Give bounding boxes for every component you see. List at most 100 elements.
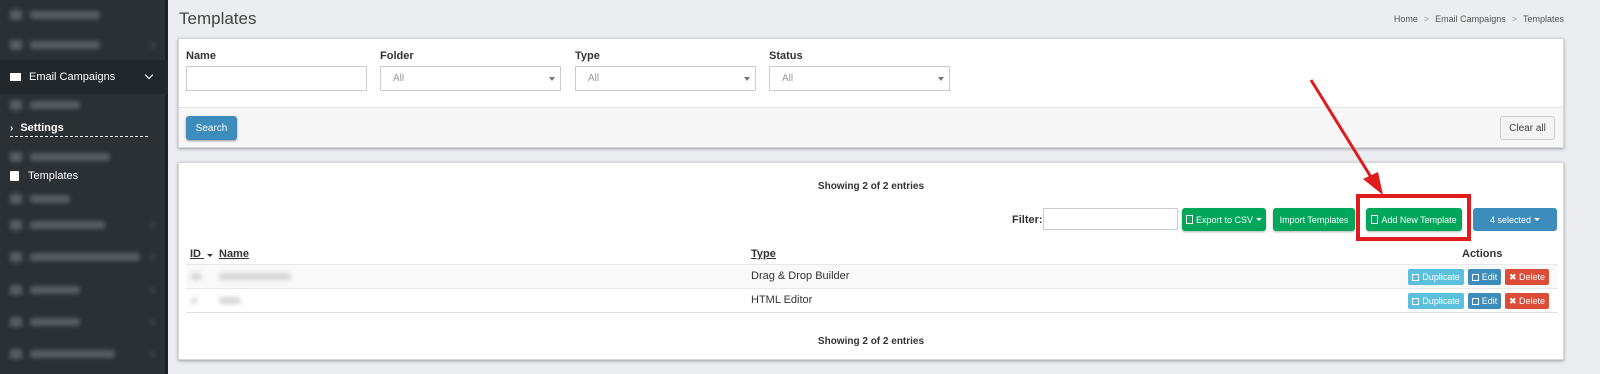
status-select-value: All [782,73,794,84]
import-templates-button[interactable]: Import Templates [1273,208,1355,231]
sidebar-item-label: Settings [20,122,64,134]
page-icon [10,171,19,181]
column-header-name[interactable]: Name [219,248,249,260]
duplicate-label: Duplicate [1422,296,1460,306]
sidebar-item-label: Email Campaigns [29,71,116,83]
menu-icon [10,317,22,327]
caret-down-icon [938,77,944,81]
menu-icon [10,152,22,162]
table-divider [186,312,1558,320]
column-header-id[interactable]: ID [190,248,214,260]
menu-icon [10,10,22,20]
edit-icon [1471,297,1479,305]
sidebar-item-templates[interactable]: Templates [10,170,78,182]
caret-down-icon [744,77,750,81]
duplicate-button[interactable]: Duplicate [1408,269,1464,285]
sidebar-item-blurred[interactable] [0,142,168,172]
sidebar-item-label: Templates [28,170,79,182]
copy-icon [1412,273,1420,281]
edit-button[interactable]: Edit [1468,293,1501,309]
clear-all-button[interactable]: Clear all [1500,116,1555,140]
sidebar-item-blurred[interactable] [0,0,168,30]
edit-label: Edit [1481,296,1498,306]
page-title: Templates [179,9,257,28]
folder-select[interactable]: All [380,66,561,91]
filter-input[interactable] [1043,208,1178,230]
edit-icon [1471,273,1479,281]
menu-icon [10,252,22,262]
sidebar-item-blurred[interactable] [0,242,168,272]
id-cell [191,297,197,304]
folder-label: Folder [380,50,414,62]
menu-icon [10,194,22,204]
table-row: Drag & Drop Builder Duplicate Edit ✖ Del… [186,264,1558,288]
envelope-icon [10,73,21,81]
breadcrumb-home[interactable]: Home [1394,14,1418,24]
menu-icon [10,100,22,110]
filter-panel: Name Folder All Type All Status All Sear… [178,38,1564,148]
name-input[interactable] [186,66,367,91]
sidebar-item-blurred[interactable] [0,307,168,337]
annotation-highlight-box [1356,194,1471,241]
filter-label: Filter: [1012,214,1043,226]
id-cell [191,273,201,280]
chevron-down-icon [144,70,154,80]
type-cell: Drag & Drop Builder [751,270,850,282]
duplicate-button[interactable]: Duplicate [1408,293,1464,309]
templates-table-panel: Showing 2 of 2 entries Filter: Export to… [178,162,1564,360]
name-label: Name [186,50,216,62]
breadcrumb-separator: > [1511,14,1517,24]
type-cell: HTML Editor [751,294,813,306]
type-select-value: All [588,73,600,84]
delete-label: Delete [1519,296,1546,306]
menu-icon [10,220,22,230]
csv-file-icon [1185,215,1193,224]
delete-button[interactable]: ✖ Delete [1505,269,1549,285]
export-csv-button[interactable]: Export to CSV [1182,208,1266,231]
chevron-right-icon: › [10,122,14,134]
duplicate-label: Duplicate [1422,272,1460,282]
filter-footer [179,107,1563,147]
name-cell[interactable] [219,297,241,304]
breadcrumb-templates: Templates [1522,14,1564,24]
menu-icon [10,349,22,359]
export-csv-label: Export to CSV [1195,214,1254,225]
type-label: Type [575,50,600,62]
breadcrumb: Home > Email Campaigns > Templates [1394,14,1564,24]
delete-button[interactable]: ✖ Delete [1505,293,1549,309]
sidebar-item-blurred[interactable] [0,275,168,305]
breadcrumb-email-campaigns[interactable]: Email Campaigns [1435,14,1506,24]
caret-down-icon [1534,218,1541,221]
sort-desc-icon [207,254,214,257]
menu-icon [10,40,22,50]
status-label: Status [769,50,803,62]
caret-down-icon [549,77,555,81]
edit-button[interactable]: Edit [1468,269,1501,285]
folder-select-value: All [393,73,405,84]
sidebar-item-blurred[interactable] [0,30,168,60]
selected-columns-button[interactable]: 4 selected [1473,208,1557,231]
sidebar-item-blurred[interactable] [0,339,168,369]
sidebar-item-blurred[interactable] [0,90,168,120]
column-header-label: ID [190,248,201,260]
sidebar: Email Campaigns › Settings Templates [0,0,168,374]
entries-count-bottom: Showing 2 of 2 entries [817,336,925,347]
close-icon: ✖ [1508,271,1520,282]
close-icon: ✖ [1508,295,1520,306]
sidebar-item-email-campaigns[interactable]: Email Campaigns [0,60,168,94]
search-button[interactable]: Search [186,116,237,140]
menu-icon [10,285,22,295]
copy-icon [1412,297,1420,305]
breadcrumb-separator: > [1423,14,1430,24]
column-header-actions: Actions [1462,248,1503,260]
type-select[interactable]: All [575,66,756,91]
caret-down-icon [1256,218,1263,221]
column-header-type[interactable]: Type [751,248,776,260]
status-select[interactable]: All [769,66,950,91]
name-cell[interactable] [219,273,291,280]
sidebar-item-blurred[interactable] [0,210,168,240]
edit-label: Edit [1481,272,1498,282]
delete-label: Delete [1519,272,1546,282]
selected-columns-label: 4 selected [1489,214,1532,225]
sidebar-item-settings[interactable]: › Settings [10,122,148,137]
